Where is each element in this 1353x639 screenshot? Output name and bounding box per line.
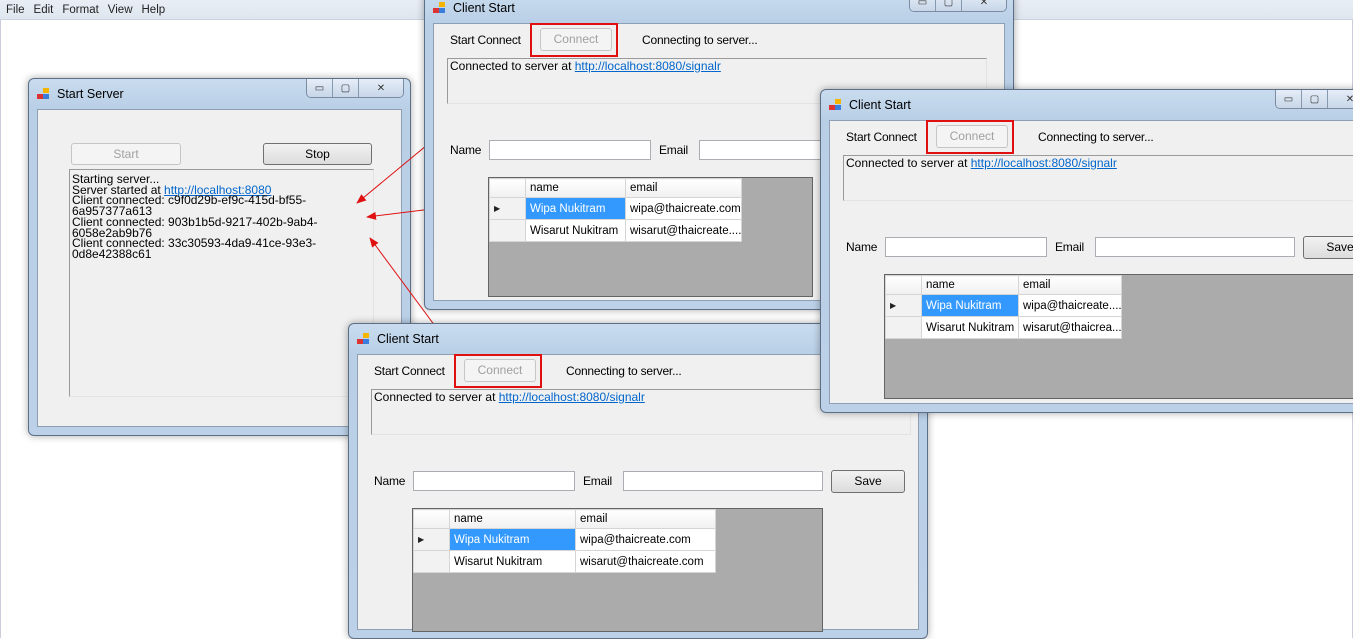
grid-header: name email [885, 275, 1122, 295]
cell-name[interactable]: Wipa Nukitram [525, 197, 626, 220]
email-label: Email [659, 143, 689, 157]
app-icon [433, 2, 447, 14]
start-button[interactable]: Start [71, 143, 181, 165]
connection-status: Connecting to server... [1038, 130, 1154, 144]
window-controls: ▭▢✕ [1275, 90, 1353, 109]
row-header[interactable] [885, 316, 922, 339]
cell-name[interactable]: Wisarut Nukitram [525, 219, 626, 242]
maximize-icon[interactable]: ▢ [333, 79, 359, 97]
save-button[interactable]: Save [1303, 236, 1353, 259]
email-input[interactable] [1095, 237, 1295, 257]
close-icon[interactable]: ✕ [962, 0, 1006, 11]
name-label: Name [846, 240, 878, 254]
cell-email[interactable]: wisarut@thaicreate.com [575, 550, 716, 573]
connection-status: Connecting to server... [642, 33, 758, 47]
highlight-box [926, 120, 1014, 154]
log-line: Client connected: 33c30593-4da9-41ce-93e… [72, 236, 317, 261]
signalr-url-link[interactable]: http://localhost:8080/signalr [575, 59, 721, 73]
table-row[interactable]: ▶ Wipa Nukitram wipa@thaicreate.... [885, 294, 1122, 317]
table-row[interactable]: Wisarut Nukitram wisarut@thaicreate.com [413, 550, 716, 573]
highlight-box [530, 23, 618, 57]
maximize-icon[interactable]: ▢ [1302, 90, 1328, 108]
column-header-name[interactable]: name [525, 178, 626, 198]
cell-name[interactable]: Wisarut Nukitram [449, 550, 576, 573]
window-controls: ▭▢✕ [909, 0, 1007, 12]
start-connect-label: Start Connect [450, 33, 521, 47]
client-start-window: Client Start ▭▢✕ Start Connect Connect C… [820, 89, 1353, 413]
menu-file[interactable]: File [6, 4, 25, 16]
cell-email[interactable]: wisarut@thaicrea... [1018, 316, 1122, 339]
signalr-url-link[interactable]: http://localhost:8080/signalr [499, 390, 645, 404]
column-header-name[interactable]: name [449, 509, 576, 529]
signalr-url-link[interactable]: http://localhost:8080/signalr [971, 156, 1117, 170]
client-log[interactable]: Connected to server at http://localhost:… [843, 155, 1353, 201]
stop-button[interactable]: Stop [263, 143, 372, 165]
menu-edit[interactable]: Edit [34, 4, 54, 16]
minimize-icon[interactable]: ▭ [307, 79, 333, 97]
menu-view[interactable]: View [108, 4, 133, 16]
name-input[interactable] [413, 471, 575, 491]
cell-email[interactable]: wipa@thaicreate.com [625, 197, 742, 220]
menu-help[interactable]: Help [142, 4, 166, 16]
cell-email[interactable]: wisarut@thaicreate.... [625, 219, 742, 242]
email-label: Email [1055, 240, 1085, 254]
table-row[interactable]: Wisarut Nukitram wisarut@thaicreate.... [489, 219, 742, 242]
email-input[interactable] [623, 471, 823, 491]
cell-name[interactable]: Wipa Nukitram [921, 294, 1019, 317]
window-title: Client Start [829, 96, 911, 114]
data-grid[interactable]: name email ▶ Wipa Nukitram wipa@thaicrea… [488, 177, 813, 297]
log-line: Client connected: c9f0d29b-ef9c-415d-bf5… [72, 193, 307, 219]
name-input[interactable] [885, 237, 1047, 257]
corner-header[interactable] [885, 275, 922, 295]
minimize-icon[interactable]: ▭ [910, 0, 936, 11]
name-label: Name [450, 143, 482, 157]
table-row[interactable]: Wisarut Nukitram wisarut@thaicrea... [885, 316, 1122, 339]
window-title: Client Start [433, 0, 515, 17]
name-input[interactable] [489, 140, 651, 160]
column-header-email[interactable]: email [1018, 275, 1122, 295]
client-area: Start Connect Connect Connecting to serv… [829, 120, 1353, 404]
row-header[interactable]: ▶ [489, 197, 526, 220]
corner-header[interactable] [489, 178, 526, 198]
close-icon[interactable]: ✕ [1328, 90, 1353, 108]
grid-header: name email [413, 509, 716, 529]
row-header[interactable] [413, 550, 450, 573]
column-header-email[interactable]: email [575, 509, 716, 529]
start-connect-label: Start Connect [374, 364, 445, 378]
save-button[interactable]: Save [831, 470, 905, 493]
cell-email[interactable]: wipa@thaicreate.... [1018, 294, 1122, 317]
table-row[interactable]: ▶ Wipa Nukitram wipa@thaicreate.com [489, 197, 742, 220]
menu-format[interactable]: Format [62, 4, 98, 16]
name-label: Name [374, 474, 406, 488]
data-grid[interactable]: name email ▶ Wipa Nukitram wipa@thaicrea… [884, 274, 1353, 399]
cell-name[interactable]: Wipa Nukitram [449, 528, 576, 551]
app-icon [357, 333, 371, 345]
app-icon [829, 99, 843, 111]
column-header-email[interactable]: email [625, 178, 742, 198]
row-header[interactable]: ▶ [413, 528, 450, 551]
table-row[interactable]: ▶ Wipa Nukitram wipa@thaicreate.com [413, 528, 716, 551]
row-header[interactable]: ▶ [885, 294, 922, 317]
maximize-icon[interactable]: ▢ [936, 0, 962, 11]
close-icon[interactable]: ✕ [359, 79, 403, 97]
start-connect-label: Start Connect [846, 130, 917, 144]
column-header-name[interactable]: name [921, 275, 1019, 295]
grid-header: name email [489, 178, 742, 198]
window-controls: ▭▢✕ [306, 79, 404, 98]
connection-status: Connecting to server... [566, 364, 682, 378]
cell-email[interactable]: wipa@thaicreate.com [575, 528, 716, 551]
highlight-box [454, 354, 542, 388]
row-header[interactable] [489, 219, 526, 242]
window-title: Client Start [357, 330, 439, 348]
email-label: Email [583, 474, 613, 488]
server-log[interactable]: Starting server... Server started at htt… [69, 169, 374, 397]
cell-name[interactable]: Wisarut Nukitram [921, 316, 1019, 339]
app-icon [37, 88, 51, 100]
data-grid[interactable]: name email ▶ Wipa Nukitram wipa@thaicrea… [412, 508, 823, 632]
log-line: Client connected: 903b1b5d-9217-402b-9ab… [72, 214, 318, 240]
window-title: Start Server [37, 85, 124, 103]
corner-header[interactable] [413, 509, 450, 529]
minimize-icon[interactable]: ▭ [1276, 90, 1302, 108]
